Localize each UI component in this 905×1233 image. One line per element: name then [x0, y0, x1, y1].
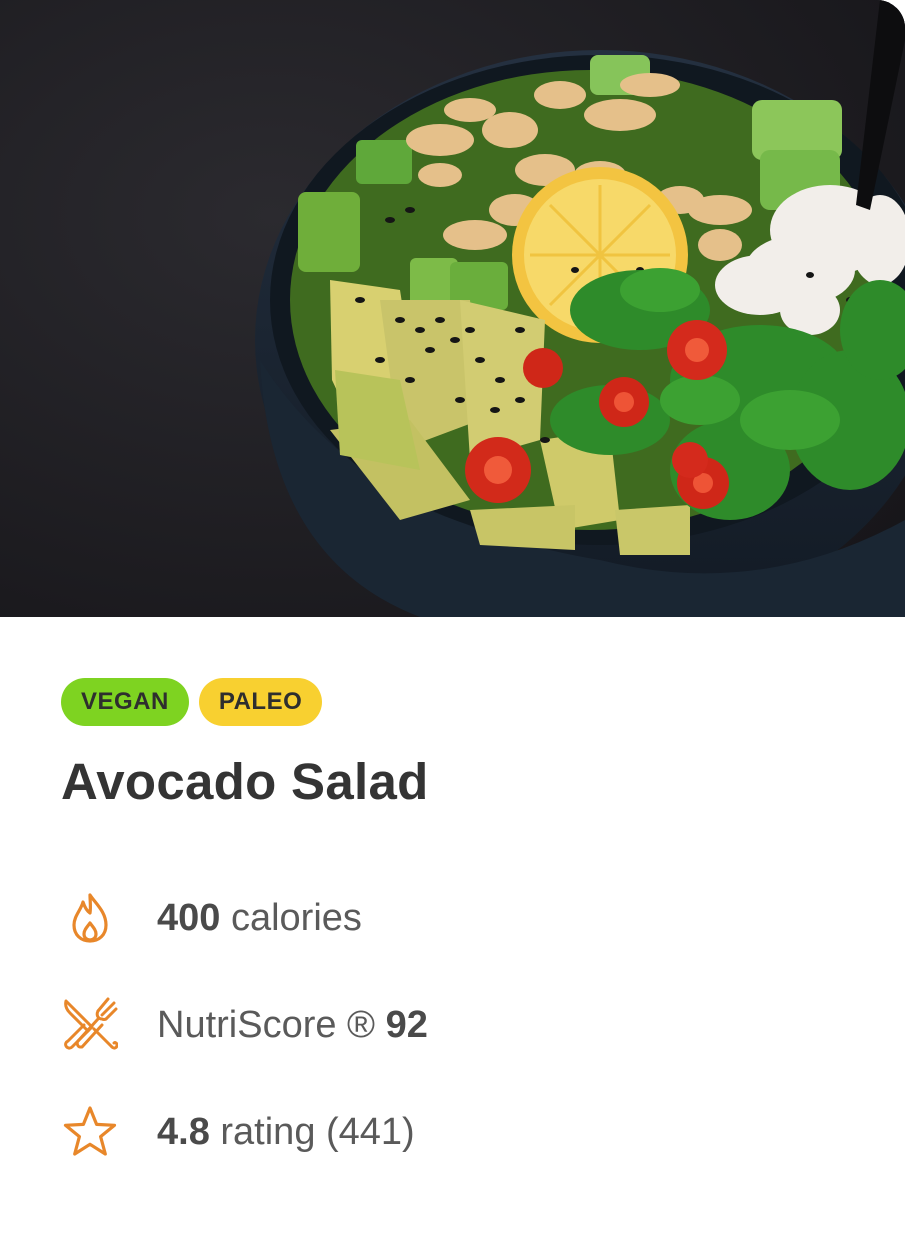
- tag-vegan[interactable]: VEGAN: [61, 678, 189, 726]
- recipe-details: VEGAN PALEO Avocado Salad 400 calories N…: [0, 617, 905, 1233]
- star-icon: [61, 1103, 119, 1161]
- rating-label[interactable]: rating (441): [220, 1111, 414, 1153]
- rating-value: 4.8: [157, 1110, 210, 1153]
- nutriscore-label: NutriScore ®: [157, 1003, 376, 1046]
- calories-unit: calories: [230, 896, 362, 939]
- rating-stat: 4.8 rating (441): [61, 1102, 415, 1162]
- fork-knife-icon: [61, 996, 119, 1054]
- diet-tags: VEGAN PALEO: [61, 678, 323, 726]
- nutriscore-value: 92: [385, 1003, 428, 1046]
- tag-paleo[interactable]: PALEO: [198, 678, 323, 726]
- calories-stat: 400 calories: [61, 888, 362, 948]
- recipe-photo: [0, 0, 905, 617]
- calories-value: 400: [157, 896, 221, 939]
- recipe-card[interactable]: VEGAN PALEO Avocado Salad 400 calories N…: [0, 0, 905, 1233]
- flame-icon: [61, 889, 119, 947]
- recipe-title: Avocado Salad: [61, 753, 429, 810]
- nutriscore-stat: NutriScore ® 92: [61, 995, 428, 1055]
